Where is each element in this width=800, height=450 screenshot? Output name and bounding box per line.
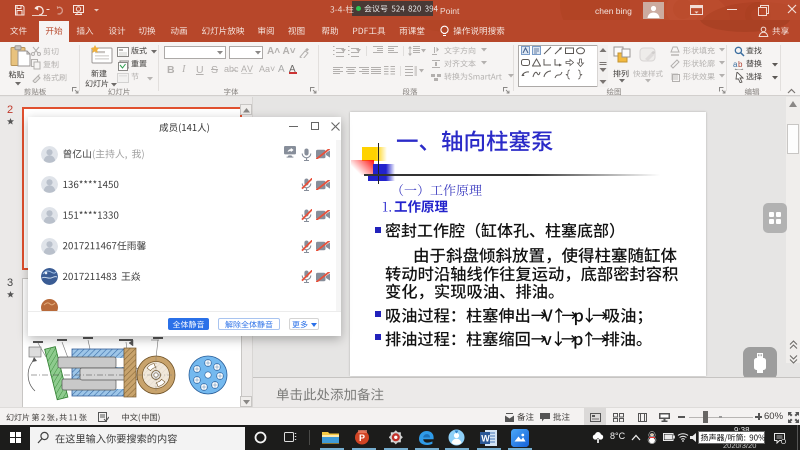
svg-text:W: W (481, 434, 490, 444)
svg-text:b: b (738, 60, 743, 69)
svg-text:P: P (359, 433, 365, 443)
